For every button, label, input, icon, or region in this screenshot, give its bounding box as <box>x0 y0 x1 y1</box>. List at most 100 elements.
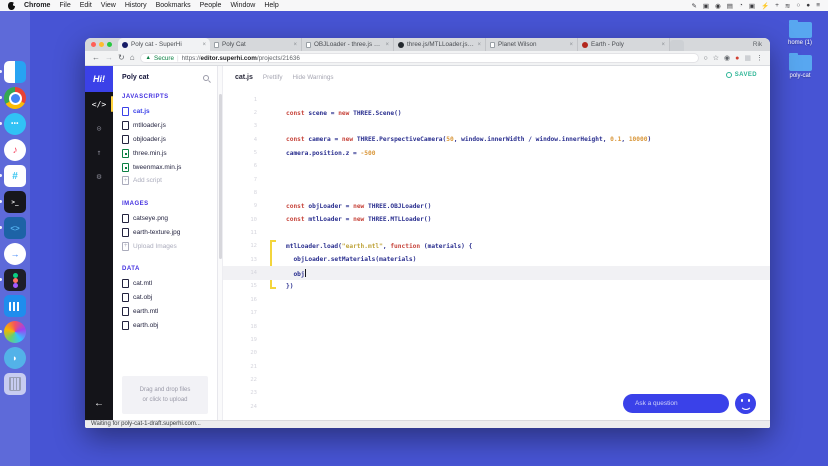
extension-eye-icon[interactable]: ◉ <box>724 55 730 62</box>
menubar-item-help[interactable]: Help <box>264 2 278 9</box>
code-line[interactable]: 10 const mtlLoader = new THREE.MTLLoader(… <box>223 213 770 226</box>
code-line[interactable]: 1 <box>223 93 770 106</box>
code-line[interactable]: 14 obj <box>223 266 770 280</box>
clock-icon[interactable]: ◔ <box>739 2 743 9</box>
keyboard-icon[interactable]: ▤ <box>727 2 733 10</box>
apple-menu-icon[interactable] <box>8 1 16 10</box>
desktop-folder-home-1-[interactable]: home (1) <box>778 20 822 46</box>
sidebar-item-cat-js[interactable]: cat.js <box>113 105 217 119</box>
siri-icon[interactable]: ● <box>806 2 810 9</box>
sidebar-item-cat-obj[interactable]: cat.obj <box>113 291 217 305</box>
tab-close-icon[interactable]: × <box>477 42 481 48</box>
sidebar-item-cat-mtl[interactable]: cat.mtl <box>113 277 217 291</box>
finder-dock-icon[interactable] <box>0 61 26 83</box>
forward-icon[interactable]: → <box>105 54 113 62</box>
code-line[interactable]: 9 const objLoader = new THREE.OBJLoader() <box>223 200 770 213</box>
tab-poly-cat[interactable]: Poly Cat × <box>210 38 302 51</box>
code-line[interactable]: 15}) <box>223 280 770 293</box>
scrollbar-thumb[interactable] <box>219 94 222 259</box>
trash-dock-icon[interactable] <box>4 373 26 395</box>
sidebar-item-add-script[interactable]: Add script <box>113 174 217 188</box>
tab-close-icon[interactable]: × <box>385 42 389 48</box>
display-icon[interactable]: ▣ <box>703 2 709 10</box>
code-line[interactable]: 11 <box>223 226 770 239</box>
plus-icon[interactable]: + <box>775 2 779 9</box>
menubar-item-bookmarks[interactable]: Bookmarks <box>156 2 191 9</box>
share-tab[interactable]: ↑ <box>85 140 113 164</box>
code-line[interactable]: 4 const camera = new THREE.PerspectiveCam… <box>223 133 770 146</box>
screen-mirror-icon[interactable]: ▣ <box>749 2 755 10</box>
code-line[interactable]: 18 <box>223 320 770 333</box>
code-line[interactable]: 7 <box>223 173 770 186</box>
desktop-folder-poly-cat[interactable]: poly-cat <box>778 53 822 79</box>
menu-list-icon[interactable]: ≡ <box>816 2 820 9</box>
code-line[interactable]: 5 camera.position.z = -500 <box>223 146 770 159</box>
tab-close-icon[interactable]: × <box>202 42 206 48</box>
menu-dots-icon[interactable]: ⋮ <box>756 55 763 62</box>
sidebar-item-upload-images[interactable]: Upload Images <box>113 239 217 253</box>
code-line[interactable]: 19 <box>223 333 770 346</box>
sidebar-item-catseye-png[interactable]: catseye.png <box>113 212 217 226</box>
superhi-logo[interactable]: Hi! <box>85 66 113 92</box>
code-tab[interactable]: </> <box>85 92 113 116</box>
battery-icon[interactable]: ⚡ <box>761 2 769 10</box>
sidebar-item-tweenmax-min-js[interactable]: tweenmax.min.js <box>113 160 217 174</box>
preview-eye-tab[interactable]: ⊙ <box>85 116 113 140</box>
code-line[interactable]: 17 <box>223 307 770 320</box>
code-line[interactable]: 8 <box>223 186 770 199</box>
tab-close-icon[interactable]: × <box>661 42 665 48</box>
tab-poly-cat-superhi[interactable]: Poly cat - SuperHi × <box>118 38 210 51</box>
search-icon[interactable] <box>203 74 209 81</box>
wifi-icon[interactable]: ≋ <box>785 2 790 10</box>
menubar-item-edit[interactable]: Edit <box>80 2 92 9</box>
address-bar[interactable]: ▲ Secure | https://editor.superhi.com/pr… <box>139 53 699 63</box>
spotlight-search-icon[interactable]: ○ <box>796 2 800 9</box>
sidebar-item-earth-mtl[interactable]: earth.mtl <box>113 305 217 319</box>
tab-close-icon[interactable]: × <box>293 42 297 48</box>
back-icon[interactable]: ← <box>92 54 100 62</box>
code-line[interactable]: 21 <box>223 360 770 373</box>
menubar-item-view[interactable]: View <box>101 2 116 9</box>
new-tab-button[interactable] <box>670 40 684 51</box>
bookmark-star-icon[interactable]: ☆ <box>713 55 719 62</box>
music-dock-icon[interactable]: ♪ <box>4 139 26 161</box>
hide-warnings-button[interactable]: Hide Warnings <box>293 74 334 81</box>
menubar-app-name[interactable]: Chrome <box>24 2 50 9</box>
tab-earth-poly[interactable]: Earth - Poly × <box>578 38 670 51</box>
adblock-icon[interactable]: ● <box>735 55 739 62</box>
code-line[interactable]: 2 const scene = new THREE.Scene() <box>223 106 770 119</box>
menubar-item-people[interactable]: People <box>200 2 222 9</box>
menubar-item-history[interactable]: History <box>125 2 147 9</box>
extension-disabled-icon[interactable]: ▦ <box>744 55 751 62</box>
figma-dock-icon[interactable] <box>0 269 26 291</box>
record-icon[interactable]: ◉ <box>715 2 721 10</box>
home-icon[interactable]: ⌂ <box>130 54 135 62</box>
intercom-dock-icon[interactable] <box>4 295 26 317</box>
slack-dock-icon[interactable]: # <box>0 165 26 187</box>
vscode-dock-icon[interactable]: <> <box>0 217 26 239</box>
code-line[interactable]: 22 <box>223 373 770 386</box>
airmail-dock-icon[interactable]: → <box>4 243 26 265</box>
code-line[interactable]: 6 <box>223 160 770 173</box>
pencil-icon[interactable]: ✎ <box>691 2 696 10</box>
sidebar-item-earth-texture-jpg[interactable]: earth-texture.jpg <box>113 225 217 239</box>
sidebar-item-earth-obj[interactable]: earth.obj <box>113 318 217 332</box>
code-line[interactable]: 16 <box>223 293 770 306</box>
zoom-window-button[interactable] <box>107 42 112 47</box>
back-arrow-button[interactable]: ← <box>85 392 113 414</box>
chrome-profile-name[interactable]: Rik <box>753 41 770 48</box>
sticker-app-dock-icon[interactable] <box>0 321 26 343</box>
twitter-dock-icon[interactable]: ◗ <box>4 347 26 369</box>
settings-gear-tab[interactable]: ⚙ <box>85 164 113 188</box>
code-line[interactable]: 3 <box>223 120 770 133</box>
sidebar-item-mtlloader-js[interactable]: mtlloader.js <box>113 119 217 133</box>
zoom-icon[interactable]: ○ <box>704 55 708 62</box>
messages-dock-icon[interactable]: ••• <box>0 113 26 135</box>
chat-smiley-button[interactable] <box>735 393 756 414</box>
tab-three-js-mtlloader-js-at-ma[interactable]: three.js/MTLLoader.js at ma× <box>394 38 486 51</box>
ask-question-input[interactable]: Ask a question <box>623 394 729 413</box>
sidebar-item-three-min-js[interactable]: three.min.js <box>113 146 217 160</box>
chrome-dock-icon[interactable] <box>0 87 26 109</box>
minimize-window-button[interactable] <box>99 42 104 47</box>
tab-close-icon[interactable]: × <box>569 42 573 48</box>
